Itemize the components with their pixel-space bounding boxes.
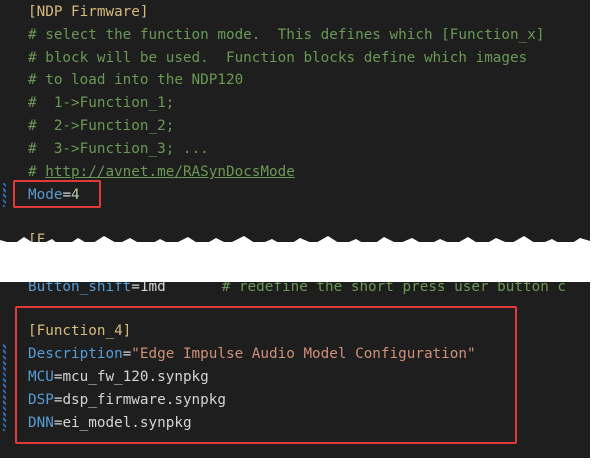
comment-prefix: # xyxy=(28,164,46,180)
comment-line: # to load into the NDP120 xyxy=(28,72,244,88)
comment-line: # 3->Function_3; ... xyxy=(28,141,209,157)
comment-line: # block will be used. Function blocks de… xyxy=(28,50,528,66)
mode-highlight-box xyxy=(13,180,101,208)
section-header-ndp-firmware: [NDP Firmware] xyxy=(28,4,149,20)
function-block-highlight-box xyxy=(15,306,517,444)
comment-line: # select the function mode. This defines… xyxy=(28,27,545,43)
editor-panel-bottom[interactable]: Button_shift=1md # redefine the short pre… xyxy=(0,262,590,458)
torn-edge-bottom xyxy=(0,246,597,279)
docs-mode-link[interactable]: http://avnet.me/RASynDocsMode xyxy=(45,164,295,180)
modified-lines-marker xyxy=(3,343,6,431)
editor-panel-top[interactable]: [NDP Firmware] # select the function mod… xyxy=(0,0,590,242)
comment-line: # 2->Function_2; xyxy=(28,118,175,134)
modified-line-marker xyxy=(3,183,6,207)
comment-line: # 1->Function_1; xyxy=(28,95,175,111)
